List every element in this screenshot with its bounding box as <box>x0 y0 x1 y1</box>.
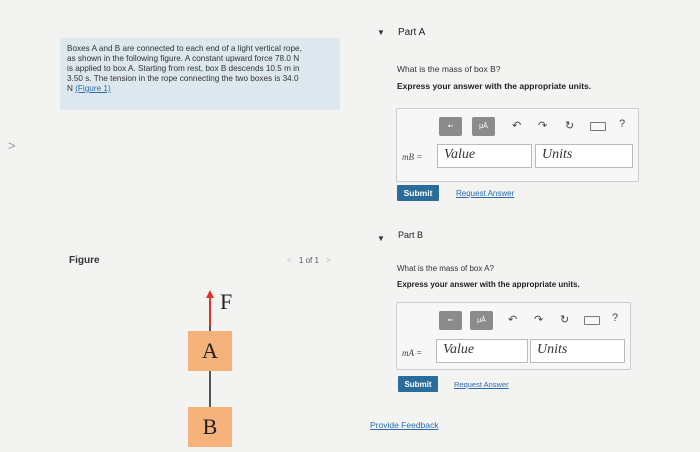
part-a-toggle-icon[interactable]: ▼ <box>377 28 385 37</box>
part-a-question: What is the mass of box B? <box>397 64 501 74</box>
keyboard-icon[interactable] <box>584 316 600 325</box>
keyboard-icon[interactable] <box>590 122 606 131</box>
problem-line: N (Figure 1) <box>67 84 333 94</box>
help-icon[interactable]: ? <box>619 118 625 130</box>
figure-label: Figure <box>69 255 100 266</box>
next-figure-button[interactable]: > <box>326 256 331 265</box>
part-b-instruction: Express your answer with the appropriate… <box>397 280 580 289</box>
figure-pager: < 1 of 1 > <box>282 256 336 265</box>
symbols-button[interactable]: μÅ <box>470 311 493 330</box>
problem-line: as shown in the following figure. A cons… <box>67 54 300 63</box>
mass-a-label: mA = <box>402 348 423 358</box>
value-input[interactable]: Value <box>437 144 532 168</box>
value-input[interactable]: Value <box>436 339 528 363</box>
part-a-title[interactable]: Part A <box>398 27 425 38</box>
box-b: B <box>188 407 232 447</box>
reset-icon[interactable]: ↻ <box>560 313 569 326</box>
part-b-submit-button[interactable]: Submit <box>398 376 438 392</box>
part-b-request-answer-link[interactable]: Request Answer <box>454 380 509 389</box>
undo-icon[interactable]: ↶ <box>508 313 517 326</box>
figure-link[interactable]: (Figure 1) <box>75 84 111 93</box>
part-b-toggle-icon[interactable]: ▼ <box>377 234 385 243</box>
provide-feedback-link[interactable]: Provide Feedback <box>370 420 439 430</box>
redo-icon[interactable]: ↷ <box>538 119 547 132</box>
force-arrow-icon <box>206 290 214 326</box>
undo-icon[interactable]: ↶ <box>512 119 521 132</box>
part-b-title[interactable]: Part B <box>398 230 423 240</box>
box-a: A <box>188 331 232 371</box>
part-b-question: What is the mass of box A? <box>397 264 494 273</box>
templates-button[interactable]: ▪▫ <box>439 117 462 136</box>
part-a-instruction: Express your answer with the appropriate… <box>397 81 592 91</box>
redo-icon[interactable]: ↷ <box>534 313 543 326</box>
figure-count: 1 of 1 <box>298 256 319 265</box>
part-a-answer-panel: ▪▫ μÅ ↶ ↷ ↻ ? mB = Value Units <box>396 108 639 182</box>
part-a-request-answer-link[interactable]: Request Answer <box>456 189 514 198</box>
symbols-button[interactable]: μÅ <box>472 117 495 136</box>
units-input[interactable]: Units <box>535 144 633 168</box>
force-label: F <box>220 289 233 314</box>
help-icon[interactable]: ? <box>612 312 618 324</box>
part-a-submit-button[interactable]: Submit <box>397 185 439 201</box>
problem-line: 3.50 s. The tension in the rope connecti… <box>67 74 299 83</box>
expand-panel-arrow-icon[interactable]: > <box>8 138 16 153</box>
problem-statement: Boxes A and B are connected to each end … <box>60 38 340 110</box>
units-input[interactable]: Units <box>530 339 625 363</box>
problem-line: Boxes A and B are connected to each end … <box>67 44 302 53</box>
problem-line: is applied to box A. Starting from rest,… <box>67 64 300 73</box>
prev-figure-button[interactable]: < <box>287 256 292 265</box>
part-b-answer-panel: ▪▫ μÅ ↶ ↷ ↻ ? mA = Value Units <box>396 302 631 370</box>
problem-line-end: N <box>67 84 73 93</box>
templates-button[interactable]: ▪▫ <box>439 311 462 330</box>
mass-b-label: mB = <box>402 152 423 162</box>
reset-icon[interactable]: ↻ <box>565 119 574 132</box>
